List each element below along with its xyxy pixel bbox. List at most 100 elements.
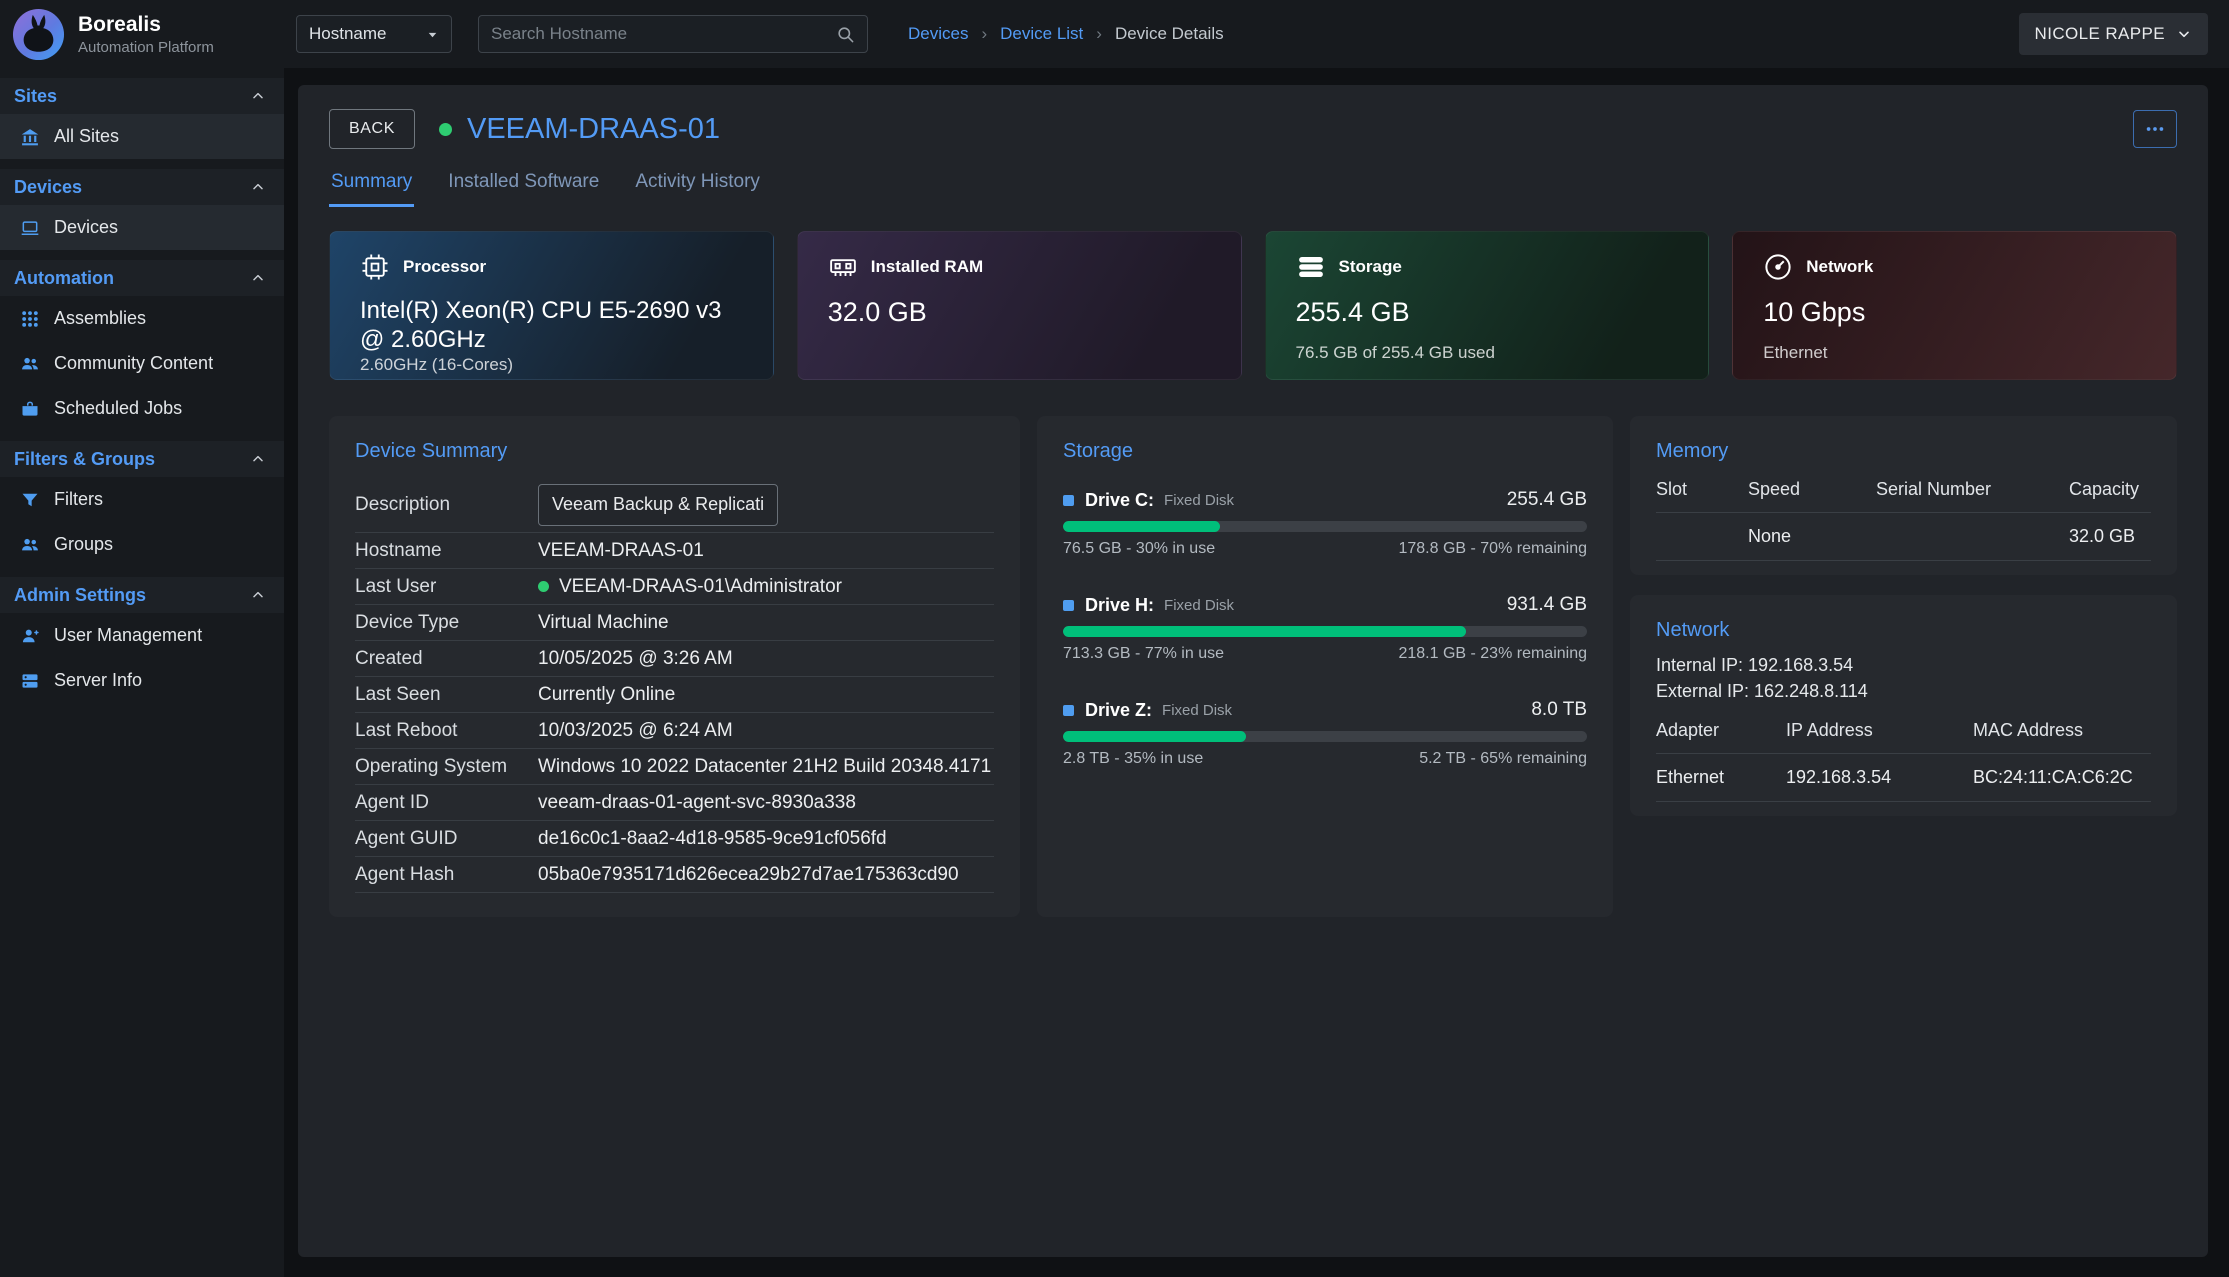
ram-card: Installed RAM 32.0 GB: [797, 231, 1242, 380]
breadcrumb-devices[interactable]: Devices: [908, 24, 968, 44]
card-value: Intel(R) Xeon(R) CPU E5-2690 v3 @ 2.60GH…: [360, 296, 743, 355]
section-label: Filters & Groups: [14, 449, 155, 470]
groups-icon: [20, 535, 40, 555]
memory-slot: [1656, 513, 1748, 561]
device-details-panel: BACK VEEAM-DRAAS-01 Summary Installed So…: [298, 85, 2208, 1257]
online-status-dot: [538, 581, 549, 592]
briefcase-icon: [20, 399, 40, 419]
user-name: NICOLE RAPPE: [2035, 24, 2165, 44]
table-row: Last Seen Currently Online: [355, 677, 994, 713]
sidebar-section-sites[interactable]: Sites: [0, 78, 284, 114]
field-value: 10/05/2025 @ 3:26 AM: [538, 648, 994, 670]
sidebar-item-server-info[interactable]: Server Info: [0, 658, 284, 703]
chevron-up-icon: [250, 270, 266, 286]
drive-name: Drive Z:: [1085, 700, 1152, 721]
memory-speed: None: [1748, 513, 1876, 561]
drive-usage-fill: [1063, 731, 1246, 742]
table-row: Operating System Windows 10 2022 Datacen…: [355, 749, 994, 785]
sidebar-section-filters-groups[interactable]: Filters & Groups: [0, 441, 284, 477]
more-options-button[interactable]: [2133, 110, 2177, 148]
field-value: Windows 10 2022 Datacenter 21H2 Build 20…: [538, 756, 994, 778]
tab-summary[interactable]: Summary: [329, 171, 414, 207]
sidebar-section-admin-settings[interactable]: Admin Settings: [0, 577, 284, 613]
user-menu-button[interactable]: NICOLE RAPPE: [2019, 13, 2208, 55]
sidebar-item-label: Groups: [54, 534, 113, 555]
ram-icon: [828, 252, 858, 282]
sidebar-item-assemblies[interactable]: Assemblies: [0, 296, 284, 341]
hostname-filter-dropdown[interactable]: Hostname: [296, 15, 452, 53]
server-icon: [20, 671, 40, 691]
drive-name: Drive C:: [1085, 490, 1154, 511]
brand-subtitle: Automation Platform: [78, 39, 214, 56]
sidebar-item-all-sites[interactable]: All Sites: [0, 114, 284, 159]
back-button[interactable]: BACK: [329, 109, 415, 149]
memory-capacity: 32.0 GB: [2069, 513, 2151, 561]
column-header: Speed: [1748, 469, 1876, 513]
sidebar-item-filters[interactable]: Filters: [0, 477, 284, 522]
sidebar-item-devices[interactable]: Devices: [0, 205, 284, 250]
table-row: Hostname VEEAM-DRAAS-01: [355, 533, 994, 569]
drive-size: 8.0 TB: [1531, 699, 1587, 721]
drive-usage-bar: [1063, 626, 1587, 637]
table-row: Device Type Virtual Machine: [355, 605, 994, 641]
filter-icon: [20, 490, 40, 510]
breadcrumb-separator: [981, 24, 987, 44]
chevron-up-icon: [250, 179, 266, 195]
storage-card: Storage 255.4 GB 76.5 GB of 255.4 GB use…: [1265, 231, 1710, 380]
column-header: Slot: [1656, 469, 1748, 513]
laptop-icon: [20, 218, 40, 238]
device-header: BACK VEEAM-DRAAS-01: [329, 109, 2177, 149]
hostname-filter-value: Hostname: [309, 24, 386, 44]
panel-title: Device Summary: [355, 440, 994, 463]
card-value: 255.4 GB: [1296, 296, 1679, 329]
field-value: 10/03/2025 @ 6:24 AM: [538, 720, 994, 742]
main-content: BACK VEEAM-DRAAS-01 Summary Installed So…: [284, 68, 2229, 1277]
sidebar-item-label: User Management: [54, 625, 202, 646]
sidebar-section-devices[interactable]: Devices: [0, 169, 284, 205]
card-label: Storage: [1339, 257, 1402, 277]
tab-activity-history[interactable]: Activity History: [633, 171, 762, 207]
field-label: Last Reboot: [355, 720, 538, 742]
table-row: Agent Hash 05ba0e7935171d626ecea29b27d7a…: [355, 857, 994, 893]
field-value: VEEAM-DRAAS-01: [538, 540, 994, 562]
section-label: Sites: [14, 86, 57, 107]
right-column: Memory Slot Speed Serial Number Capacity…: [1630, 416, 2177, 816]
drive-usage-bar: [1063, 521, 1587, 532]
card-value: 32.0 GB: [828, 296, 1211, 329]
drive-type: Fixed Disk: [1162, 702, 1232, 719]
field-label: Agent ID: [355, 792, 538, 814]
sidebar-item-label: Devices: [54, 217, 118, 238]
tab-installed-software[interactable]: Installed Software: [446, 171, 601, 207]
field-label: Agent GUID: [355, 828, 538, 850]
memory-serial: [1876, 513, 2069, 561]
drive-row: Drive C: Fixed Disk 255.4 GB 76.5 GB - 3…: [1063, 489, 1587, 558]
field-value: de16c0c1-8aa2-4d18-9585-9ce91cf056fd: [538, 828, 994, 850]
drive-used-text: 2.8 TB - 35% in use: [1063, 750, 1203, 768]
sidebar-item-user-management[interactable]: User Management: [0, 613, 284, 658]
table-row: Agent ID veeam-draas-01-agent-svc-8930a3…: [355, 785, 994, 821]
drive-row: Drive H: Fixed Disk 931.4 GB 713.3 GB - …: [1063, 594, 1587, 663]
borealis-logo-icon: [10, 6, 67, 63]
memory-table: Slot Speed Serial Number Capacity None 3…: [1656, 469, 2151, 561]
building-icon: [20, 127, 40, 147]
chevron-up-icon: [250, 451, 266, 467]
sidebar-item-label: All Sites: [54, 126, 119, 147]
chevron-down-icon: [426, 28, 439, 41]
sidebar-section-automation[interactable]: Automation: [0, 260, 284, 296]
drive-name: Drive H:: [1085, 595, 1154, 616]
breadcrumb-device-list[interactable]: Device List: [1000, 24, 1083, 44]
card-subtext: 2.60GHz (16-Cores): [360, 355, 743, 375]
drive-used-text: 76.5 GB - 30% in use: [1063, 540, 1215, 558]
storage-panel: Storage Drive C: Fixed Disk 255.4 GB 76.…: [1037, 416, 1613, 917]
drive-usage-fill: [1063, 626, 1466, 637]
sidebar-item-groups[interactable]: Groups: [0, 522, 284, 567]
description-input[interactable]: [538, 484, 778, 526]
search-icon[interactable]: [836, 25, 855, 44]
search-input[interactable]: [491, 24, 836, 44]
sidebar-item-community-content[interactable]: Community Content: [0, 341, 284, 386]
disk-stack-icon: [1296, 252, 1326, 282]
sidebar-item-scheduled-jobs[interactable]: Scheduled Jobs: [0, 386, 284, 431]
drive-bullet-icon: [1063, 600, 1074, 611]
field-value: Virtual Machine: [538, 612, 994, 634]
drive-size: 255.4 GB: [1507, 489, 1587, 511]
